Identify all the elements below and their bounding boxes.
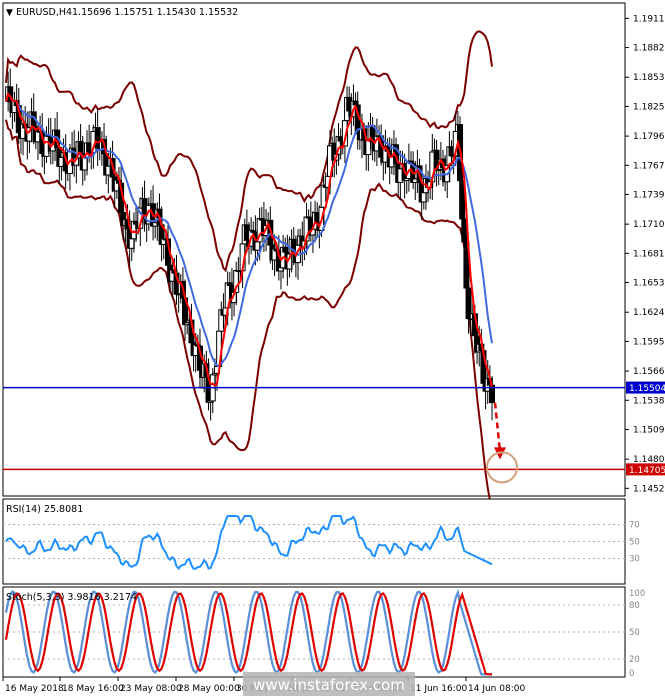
price-tick-label: 1.16530 (633, 279, 665, 289)
stoch-level-label: 20 (629, 655, 640, 665)
time-tick-label: 18 May 16:00 (62, 684, 124, 694)
price-tick-label: 1.19110 (633, 14, 665, 24)
watermark: www.instaforex.com (253, 676, 405, 694)
price-tick-label: 1.18250 (633, 102, 665, 112)
rsi-level-label: 30 (629, 555, 640, 565)
price-tick-label: 1.15380 (633, 396, 665, 406)
price-axis: 1.19110 1.18825 1.18535 1.18250 1.17960 1.176… (625, 14, 665, 494)
time-tick-label: 28 May 00:00 (178, 684, 240, 694)
stoch-level-label: 100 (629, 589, 645, 599)
price-tick-label: 1.17960 (633, 132, 665, 142)
price-tick-label: 1.16240 (633, 308, 665, 318)
stoch-level-label: 80 (629, 601, 640, 611)
stoch-level-label: 50 (629, 628, 640, 638)
price-tick-label: 1.18535 (633, 73, 665, 83)
stoch-label: Stoch(5,3,3) 3.9816 3.2174 (6, 592, 137, 603)
price-tick-label: 1.15665 (633, 367, 665, 377)
price-tick-label: 1.16815 (633, 249, 665, 259)
price-tick-label: 1.17675 (633, 161, 665, 171)
time-tick-label: 23 May 08:00 (120, 684, 182, 694)
symbol-label: EURUSD,H4 (16, 7, 72, 18)
price-tick-label: 1.15095 (633, 425, 665, 435)
main-panel-frame (2, 2, 626, 497)
rsi-label: RSI(14) 25.8081 (6, 504, 83, 515)
target-line-tag-label: 1.14705 (629, 466, 665, 476)
chart-canvas: ▼ EURUSD,H4 1.15696 1.15751 1.15430 1.15… (2, 2, 665, 696)
price-tick-label: 1.17100 (633, 220, 665, 230)
price-tick-label: 1.17390 (633, 190, 665, 200)
time-tick-label: 16 May 2018 (5, 684, 64, 694)
rsi-level-label: 50 (629, 538, 640, 548)
header-arrow-icon: ▼ (6, 8, 13, 18)
price-tick-label: 1.15955 (633, 337, 665, 347)
price-tick-label: 1.18825 (633, 44, 665, 54)
stoch-level-label: 0 (629, 669, 634, 679)
support-line-tag-label: 1.15504 (629, 384, 665, 394)
price-tick-label: 1.14520 (633, 484, 665, 494)
ohlc-readout: 1.15696 1.15751 1.15430 1.15532 (72, 7, 238, 18)
time-tick-label: 11 Jun 16:00 (410, 684, 467, 694)
time-tick-label: 14 Jun 08:00 (468, 684, 525, 694)
rsi-level-label: 70 (629, 521, 640, 531)
